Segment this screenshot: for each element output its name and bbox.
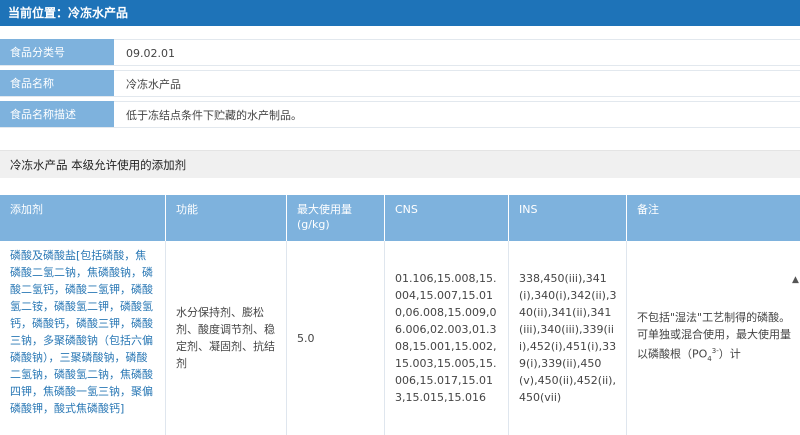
page-location-bar: 当前位置：冷冻水产品: [0, 0, 800, 26]
cns-cell: 01.106,15.008,15.004,15.007,15.010,06.00…: [385, 241, 509, 435]
remark-superscript: 3-: [711, 346, 719, 355]
info-value: 冷冻水产品: [114, 70, 800, 96]
remark-text: 不包括"湿法"工艺制得的磷酸。可单独或混合使用，最大使用量以磷酸根（PO43-）…: [637, 309, 796, 368]
column-header-remark: 备注: [637, 203, 659, 216]
additive-table: 添加剂 功能 最大使用量(g/kg) CNS INS 备注 磷酸及磷酸盐[包括磷…: [0, 195, 800, 435]
function-cell: 水分保持剂、膨松剂、酸度调节剂、稳定剂、凝固剂、抗结剂: [166, 241, 287, 435]
info-value: 低于冻结点条件下贮藏的水产制品。: [114, 101, 800, 127]
info-row-description: 食品名称描述 低于冻结点条件下贮藏的水产制品。: [0, 101, 800, 128]
info-label: 食品名称描述: [0, 101, 114, 127]
info-value: 09.02.01: [114, 39, 800, 65]
scroll-up-arrow-icon[interactable]: ▲: [792, 275, 799, 285]
info-label: 食品分类号: [0, 39, 114, 65]
info-row-category: 食品分类号 09.02.01: [0, 39, 800, 66]
food-info-panel: 食品分类号 09.02.01 食品名称 冷冻水产品 食品名称描述 低于冻结点条件…: [0, 39, 800, 132]
remark-subscript: 4: [707, 354, 712, 363]
info-row-name: 食品名称 冷冻水产品: [0, 70, 800, 97]
column-header-cns: CNS: [385, 195, 509, 241]
remark-end: ）计: [718, 347, 741, 361]
column-header-max-usage: 最大使用量(g/kg): [287, 195, 385, 241]
section-title: 冷冻水产品 本级允许使用的添加剂: [0, 150, 800, 178]
table-row: 磷酸及磷酸盐[包括磷酸，焦磷酸二氢二钠，焦磷酸钠，磷酸二氢钙，磷酸二氢钾，磷酸氢…: [0, 241, 800, 435]
max-usage-cell: 5.0: [287, 241, 385, 435]
additive-link[interactable]: 磷酸及磷酸盐[包括磷酸，焦磷酸二氢二钠，焦磷酸钠，磷酸二氢钙，磷酸二氢钾，磷酸氢…: [0, 241, 166, 435]
info-label: 食品名称: [0, 70, 114, 96]
ins-cell: 338,450(iii),341(i),340(i),342(ii),340(i…: [509, 241, 627, 435]
column-header-ins: INS: [509, 195, 627, 241]
page-location-text: 当前位置：冷冻水产品: [8, 6, 129, 20]
remark-cell: 不包括"湿法"工艺制得的磷酸。可单独或混合使用，最大使用量以磷酸根（PO43-）…: [627, 241, 800, 435]
table-header-row: 添加剂 功能 最大使用量(g/kg) CNS INS 备注: [0, 195, 800, 241]
column-header-additive: 添加剂: [0, 195, 166, 241]
column-header-function: 功能: [166, 195, 287, 241]
